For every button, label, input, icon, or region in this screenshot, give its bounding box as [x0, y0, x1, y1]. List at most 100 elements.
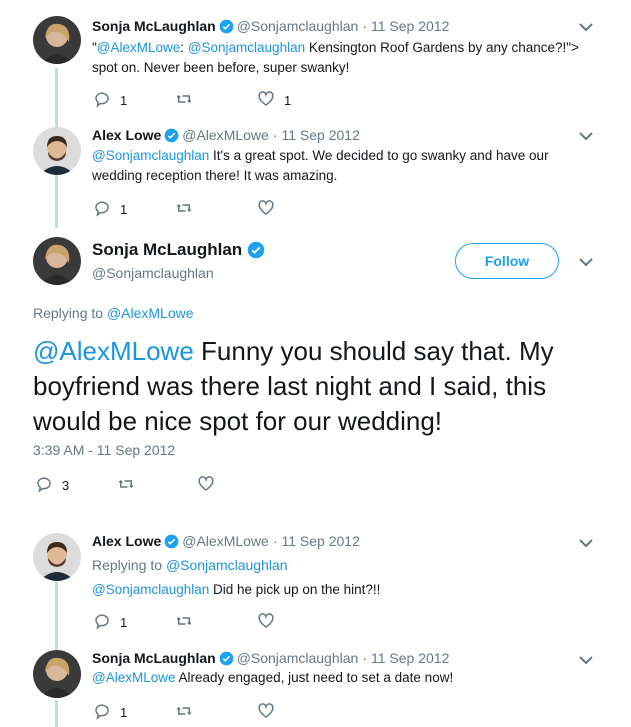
tweet-text: @Sonjamclaughlan Did he pick up on the h…	[92, 580, 592, 600]
reply-count: 1	[120, 705, 128, 720]
author-name[interactable]: Sonja McLaughlan	[92, 18, 216, 34]
reply-body: Already engaged, just need to set a date…	[175, 670, 454, 685]
mention-link[interactable]: @Sonjamclaughlan	[188, 40, 305, 55]
chevron-down-icon[interactable]	[579, 655, 593, 665]
like-button[interactable]	[257, 199, 275, 220]
reply-icon	[93, 199, 111, 220]
tweet-text: "@AlexMLowe: @Sonjamclaughlan Kensington…	[92, 38, 607, 78]
chevron-down-icon[interactable]	[579, 22, 593, 32]
replying-to: Replying to @AlexMLowe	[33, 305, 194, 321]
author-handle[interactable]: @AlexMLowe	[182, 533, 269, 549]
like-button[interactable]	[197, 475, 215, 496]
avatar-sonja[interactable]	[33, 650, 81, 698]
heart-icon	[257, 90, 275, 111]
avatar-alex[interactable]	[33, 533, 81, 581]
reply-2-actions: 1	[93, 702, 275, 723]
retweet-icon	[175, 199, 193, 220]
reply-button[interactable]: 1	[93, 90, 175, 111]
author-name[interactable]: Alex Lowe	[92, 127, 161, 143]
mention-link[interactable]: @Sonjamclaughlan	[92, 582, 209, 597]
chevron-down-icon[interactable]	[579, 131, 593, 141]
follow-button[interactable]: Follow	[455, 243, 559, 279]
mention-link[interactable]: @AlexMLowe	[97, 40, 181, 55]
replying-to-handle[interactable]: @Sonjamclaughlan	[166, 557, 288, 573]
retweet-icon	[117, 475, 135, 496]
tweet-text: @Sonjamclaughlan It's a great spot. We d…	[92, 146, 592, 186]
heart-icon	[257, 199, 275, 220]
author-handle[interactable]: @AlexMLowe	[182, 127, 269, 143]
retweet-icon	[175, 90, 193, 111]
thread-line-end	[55, 700, 58, 727]
main-tweet-text: @AlexMLowe Funny you should say that. My…	[33, 334, 603, 439]
tweet-date[interactable]: 11 Sep 2012	[282, 533, 360, 549]
avatar-alex[interactable]	[33, 127, 81, 175]
reply-1-actions: 1	[93, 612, 275, 633]
reply-count: 1	[120, 202, 128, 217]
like-button[interactable]	[257, 612, 275, 633]
retweet-button[interactable]	[117, 475, 197, 496]
chevron-down-icon[interactable]	[579, 257, 593, 267]
reply-button[interactable]: 1	[93, 199, 175, 220]
author-name[interactable]: Sonja McLaughlan	[92, 650, 216, 666]
main-tweet-timestamp[interactable]: 3:39 AM - 11 Sep 2012	[33, 442, 175, 458]
reply-count: 1	[120, 93, 128, 108]
mention-link[interactable]: @AlexMLowe	[33, 336, 194, 366]
chevron-down-icon[interactable]	[579, 538, 593, 548]
heart-icon	[257, 702, 275, 723]
verified-badge-icon	[247, 241, 265, 259]
heart-icon	[257, 612, 275, 633]
tweet-2-actions: 1	[93, 199, 275, 220]
reply-button[interactable]: 1	[93, 702, 175, 723]
separator-dot: ·	[272, 127, 278, 143]
tweet-text-segment: :	[180, 40, 188, 55]
reply-button[interactable]: 1	[93, 612, 175, 633]
reply-icon	[35, 475, 53, 496]
tweet-date[interactable]: 11 Sep 2012	[282, 127, 360, 143]
separator-dot: ·	[272, 533, 278, 549]
retweet-button[interactable]	[175, 702, 257, 723]
heart-icon	[197, 475, 215, 496]
main-author-name-text: Sonja McLaughlan	[92, 240, 243, 259]
verified-badge-icon	[164, 128, 179, 143]
retweet-button[interactable]	[175, 199, 257, 220]
replying-to-prefix: Replying to	[92, 557, 163, 573]
reply-body: Did he pick up on the hint?!!	[209, 582, 381, 597]
tweet-1-actions: 1 1	[93, 90, 291, 111]
author-handle[interactable]: @Sonjamclaughlan	[237, 650, 359, 666]
like-button[interactable]: 1	[257, 90, 291, 111]
like-count: 1	[284, 93, 292, 108]
avatar-sonja-main[interactable]	[33, 237, 81, 285]
thread-line-bottom	[55, 582, 58, 652]
mention-link[interactable]: @AlexMLowe	[92, 670, 176, 685]
retweet-icon	[175, 612, 193, 633]
author-handle[interactable]: @Sonjamclaughlan	[237, 18, 359, 34]
author-name[interactable]: Alex Lowe	[92, 533, 161, 549]
reply-icon	[93, 90, 111, 111]
retweet-icon	[175, 702, 193, 723]
separator-dot: ·	[362, 18, 367, 34]
replying-to-prefix: Replying to	[33, 305, 104, 321]
retweet-button[interactable]	[175, 90, 257, 111]
main-tweet-actions: 3	[35, 475, 215, 496]
mention-link[interactable]: @Sonjamclaughlan	[92, 148, 209, 163]
main-author-name[interactable]: Sonja McLaughlan	[92, 240, 268, 260]
reply-1-header: Alex Lowe @AlexMLowe · 11 Sep 2012	[92, 533, 360, 549]
tweet-date[interactable]: 11 Sep 2012	[371, 650, 449, 666]
avatar-sonja[interactable]	[33, 16, 81, 64]
replying-to-handle[interactable]: @AlexMLowe	[107, 305, 194, 321]
separator-dot: ·	[362, 650, 367, 666]
reply-icon	[93, 612, 111, 633]
verified-badge-icon	[219, 19, 234, 34]
replying-to: Replying to @Sonjamclaughlan	[92, 557, 288, 573]
reply-icon	[93, 702, 111, 723]
retweet-button[interactable]	[175, 612, 257, 633]
main-author-handle[interactable]: @Sonjamclaughlan	[92, 265, 214, 281]
tweet-2-header: Alex Lowe @AlexMLowe · 11 Sep 2012	[92, 127, 360, 143]
tweet-date[interactable]: 11 Sep 2012	[371, 18, 449, 34]
reply-count: 1	[120, 615, 128, 630]
tweet-text: @AlexMLowe Already engaged, just need to…	[92, 668, 592, 688]
reply-2-header: Sonja McLaughlan @Sonjamclaughlan · 11 S…	[92, 650, 449, 666]
like-button[interactable]	[257, 702, 275, 723]
reply-button[interactable]: 3	[35, 475, 117, 496]
verified-badge-icon	[164, 534, 179, 549]
